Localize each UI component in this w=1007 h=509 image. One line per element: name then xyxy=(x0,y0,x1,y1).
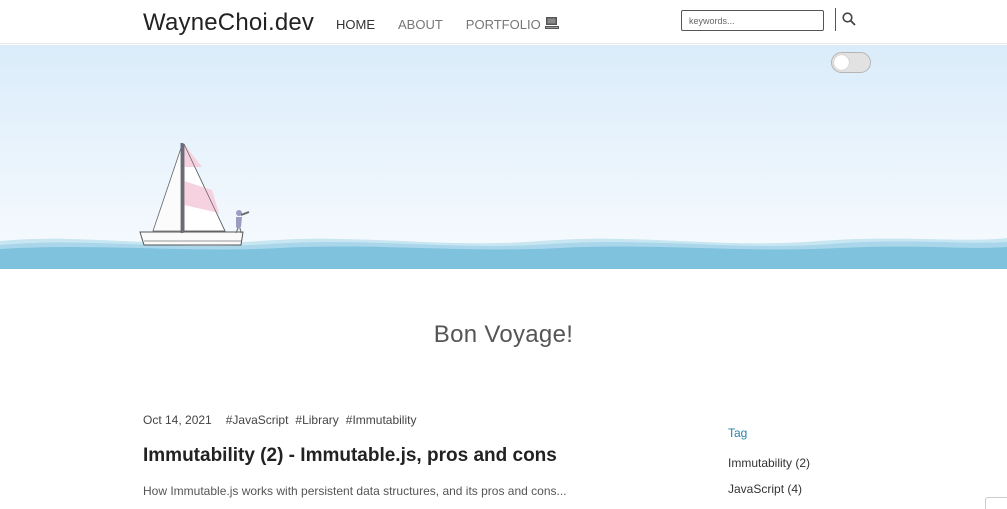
nav-portfolio[interactable]: PORTFOLIO xyxy=(466,17,541,32)
main-nav: HOME ABOUT PORTFOLIO xyxy=(336,17,564,32)
toggle-knob xyxy=(834,55,849,70)
site-header: WayneChoi.dev HOME ABOUT PORTFOLIO xyxy=(0,0,1007,44)
theme-toggle[interactable] xyxy=(831,52,871,73)
post-description: How Immutable.js works with persistent d… xyxy=(143,484,567,498)
search-divider xyxy=(835,8,836,31)
search-input[interactable] xyxy=(681,10,824,31)
nav-about[interactable]: ABOUT xyxy=(398,17,443,32)
post-tag[interactable]: #Immutability xyxy=(346,413,417,427)
post-tag[interactable]: #JavaScript xyxy=(226,413,289,427)
sidebar-tag-heading: Tag xyxy=(728,426,748,440)
search-icon[interactable] xyxy=(841,11,857,27)
hero-banner xyxy=(0,45,1007,269)
scroll-corner-widget[interactable] xyxy=(985,497,1007,509)
post-tag[interactable]: #Library xyxy=(295,413,338,427)
page-title: Bon Voyage! xyxy=(433,321,574,348)
post-date: Oct 14, 2021 xyxy=(143,413,212,427)
sidebar-tag-immutability[interactable]: Immutability (2) xyxy=(728,456,810,470)
post-meta: Oct 14, 2021 #JavaScript #Library #Immut… xyxy=(143,413,423,427)
nav-home[interactable]: HOME xyxy=(336,17,375,32)
post-title-link[interactable]: Immutability (2) - Immutable.js, pros an… xyxy=(143,445,557,467)
computer-icon[interactable] xyxy=(544,15,560,31)
site-logo[interactable]: WayneChoi.dev xyxy=(143,9,314,37)
sidebar-tag-javascript[interactable]: JavaScript (4) xyxy=(728,482,802,496)
sailboat-illustration xyxy=(0,143,1007,269)
